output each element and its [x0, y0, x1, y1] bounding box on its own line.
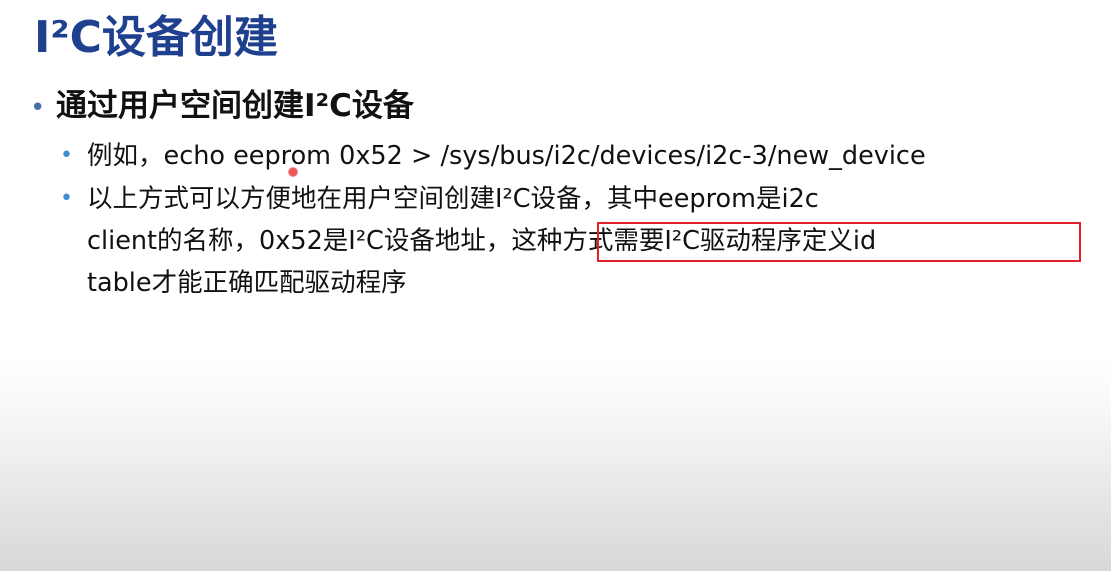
bullet-level1: • 通过用户空间创建I²C设备: [30, 83, 414, 129]
bullet-dot-icon: •: [30, 93, 46, 123]
highlight-box: [597, 222, 1081, 262]
sub-bullet-explanation-line1: 以上方式可以方便地在用户空间创建I²C设备，其中eeprom是i2c: [87, 184, 819, 214]
sub-bullet-example-text: 例如，echo eeprom 0x52 > /sys/bus/i2c/devic…: [87, 141, 926, 171]
sub-bullet-explanation-line3: table才能正确匹配驱动程序: [87, 268, 407, 298]
bullet-level1-text: 通过用户空间创建I²C设备: [56, 88, 414, 124]
sub-bullet-dot-icon: •: [60, 143, 73, 168]
presentation-slide: I²C设备创建 • 通过用户空间创建I²C设备 • 例如，echo eeprom …: [0, 0, 1111, 571]
slide-title: I²C设备创建: [34, 12, 278, 63]
sub-bullet-example: • 例如，echo eeprom 0x52 > /sys/bus/i2c/dev…: [60, 135, 926, 177]
laser-pointer-icon: [288, 167, 298, 177]
sub-bullet-dot-icon: •: [60, 186, 73, 211]
